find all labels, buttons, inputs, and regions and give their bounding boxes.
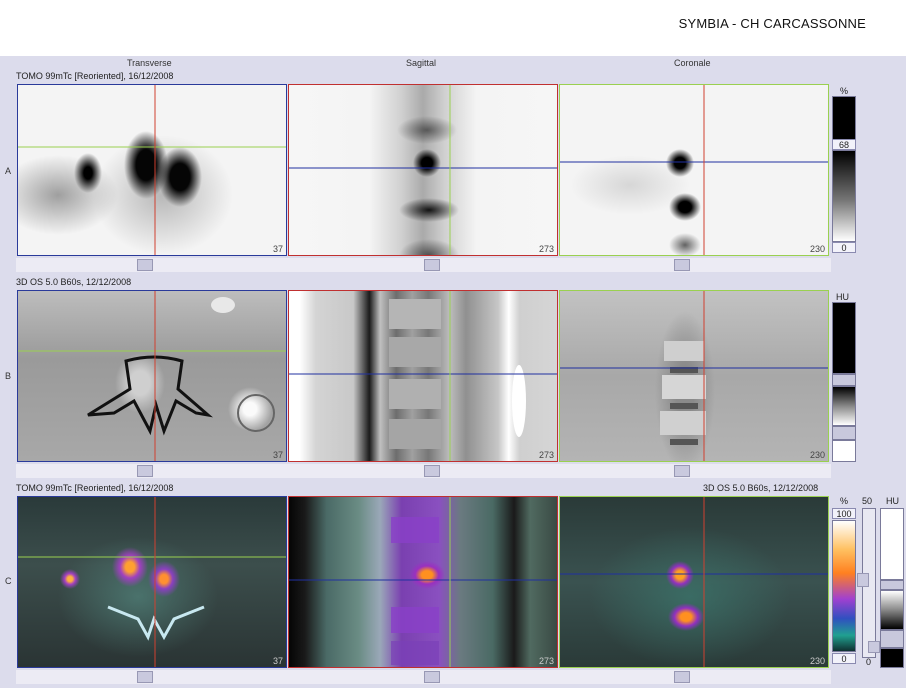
fusion-blend-slider-thumb[interactable] — [868, 641, 880, 653]
row-b-info: 3D OS 5.0 B60s, 12/12/2008 — [16, 277, 132, 287]
slice-slider-c-sagittal[interactable] — [424, 671, 440, 683]
slice-slider-a-coronale[interactable] — [674, 259, 690, 271]
crosshair[interactable] — [18, 291, 287, 462]
slice-number: 230 — [809, 450, 825, 460]
slice-slider-b-transverse[interactable] — [137, 465, 153, 477]
slice-number: 273 — [538, 244, 554, 254]
row-c-letter: C — [5, 576, 12, 586]
crosshair[interactable] — [560, 291, 829, 462]
colorbar-b-gradient[interactable] — [832, 386, 856, 426]
column-title-coronale: Coronale — [674, 58, 711, 68]
viewport-a-transverse[interactable]: 37 — [17, 84, 287, 256]
colorbar-a-top-value[interactable]: 68 — [832, 139, 856, 150]
slice-number: 37 — [272, 656, 283, 666]
slice-number: 273 — [538, 450, 554, 460]
slice-number: 230 — [809, 656, 825, 666]
viewport-c-sagittal[interactable]: 273 — [288, 496, 558, 668]
crosshair[interactable] — [289, 497, 558, 668]
colorbar-c-ct-upper[interactable] — [880, 508, 904, 580]
colorbar-c-unit-left: % — [840, 496, 849, 506]
slice-slider-b-sagittal[interactable] — [424, 465, 440, 477]
colorbar-c-top-value[interactable]: 100 — [832, 508, 856, 519]
colorbar-c-ct-handle-bottom[interactable] — [880, 630, 904, 648]
app-title: SYMBIA - CH CARCASSONNE — [678, 16, 866, 31]
colorbar-c-value-mid: 50 — [862, 496, 873, 506]
crosshair[interactable] — [18, 497, 287, 668]
column-title-sagittal: Sagittal — [406, 58, 437, 68]
slice-slider-c-transverse[interactable] — [137, 671, 153, 683]
row-a-letter: A — [5, 166, 12, 176]
crosshair[interactable] — [560, 85, 829, 256]
slice-number: 37 — [272, 450, 283, 460]
slice-slider-a-sagittal[interactable] — [424, 259, 440, 271]
colorbar-a-upper[interactable] — [832, 96, 856, 140]
viewport-c-coronale[interactable]: 230 — [559, 496, 829, 668]
colorbar-b-handle-bottom[interactable] — [832, 426, 856, 440]
colorbar-c-handle[interactable] — [857, 573, 869, 587]
title-bar: SYMBIA - CH CARCASSONNE — [0, 0, 906, 56]
colorbar-c-ct-handle-top[interactable] — [880, 580, 904, 590]
viewport-b-sagittal[interactable]: 273 — [288, 290, 558, 462]
colorbar-c-ct-lower[interactable] — [880, 648, 904, 668]
viewport-c-transverse[interactable]: 37 — [17, 496, 287, 668]
viewport-b-transverse[interactable]: 37 — [17, 290, 287, 462]
row-a-info: TOMO 99mTc [Reoriented], 16/12/2008 — [16, 71, 174, 81]
slice-slider-b-coronale[interactable] — [674, 465, 690, 477]
colorbar-c-unit-right: HU — [886, 496, 899, 506]
colorbar-b-lower[interactable] — [832, 440, 856, 462]
colorbar-c-gradient[interactable] — [832, 520, 856, 652]
row-c-info: TOMO 99mTc [Reoriented], 16/12/2008 — [16, 483, 174, 493]
colorbar-c-ct-gradient[interactable] — [880, 590, 904, 630]
viewport-a-sagittal[interactable]: 273 — [288, 84, 558, 256]
column-title-transverse: Transverse — [127, 58, 172, 68]
colorbar-a-gradient[interactable] — [832, 150, 856, 242]
colorbar-b-upper[interactable] — [832, 302, 856, 374]
colorbar-b-handle-top[interactable] — [832, 374, 856, 386]
crosshair[interactable] — [289, 291, 558, 462]
viewport-b-coronale[interactable]: 230 — [559, 290, 829, 462]
slice-number: 230 — [809, 244, 825, 254]
slice-number: 273 — [538, 656, 554, 666]
row-c-info-right: 3D OS 5.0 B60s, 12/12/2008 — [703, 483, 819, 493]
slice-number: 37 — [272, 244, 283, 254]
slice-slider-c-coronale[interactable] — [674, 671, 690, 683]
colorbar-c-bottom-value[interactable]: 0 — [832, 653, 856, 664]
crosshair[interactable] — [18, 85, 287, 256]
colorbar-c-small-zero: 0 — [866, 657, 872, 667]
crosshair[interactable] — [560, 497, 829, 668]
colorbar-a-unit: % — [840, 86, 849, 96]
crosshair[interactable] — [289, 85, 558, 256]
colorbar-b-unit: HU — [836, 292, 849, 302]
viewport-a-coronale[interactable]: 230 — [559, 84, 829, 256]
slice-slider-a-transverse[interactable] — [137, 259, 153, 271]
row-b-letter: B — [5, 371, 12, 381]
colorbar-a-bottom-value[interactable]: 0 — [832, 242, 856, 253]
